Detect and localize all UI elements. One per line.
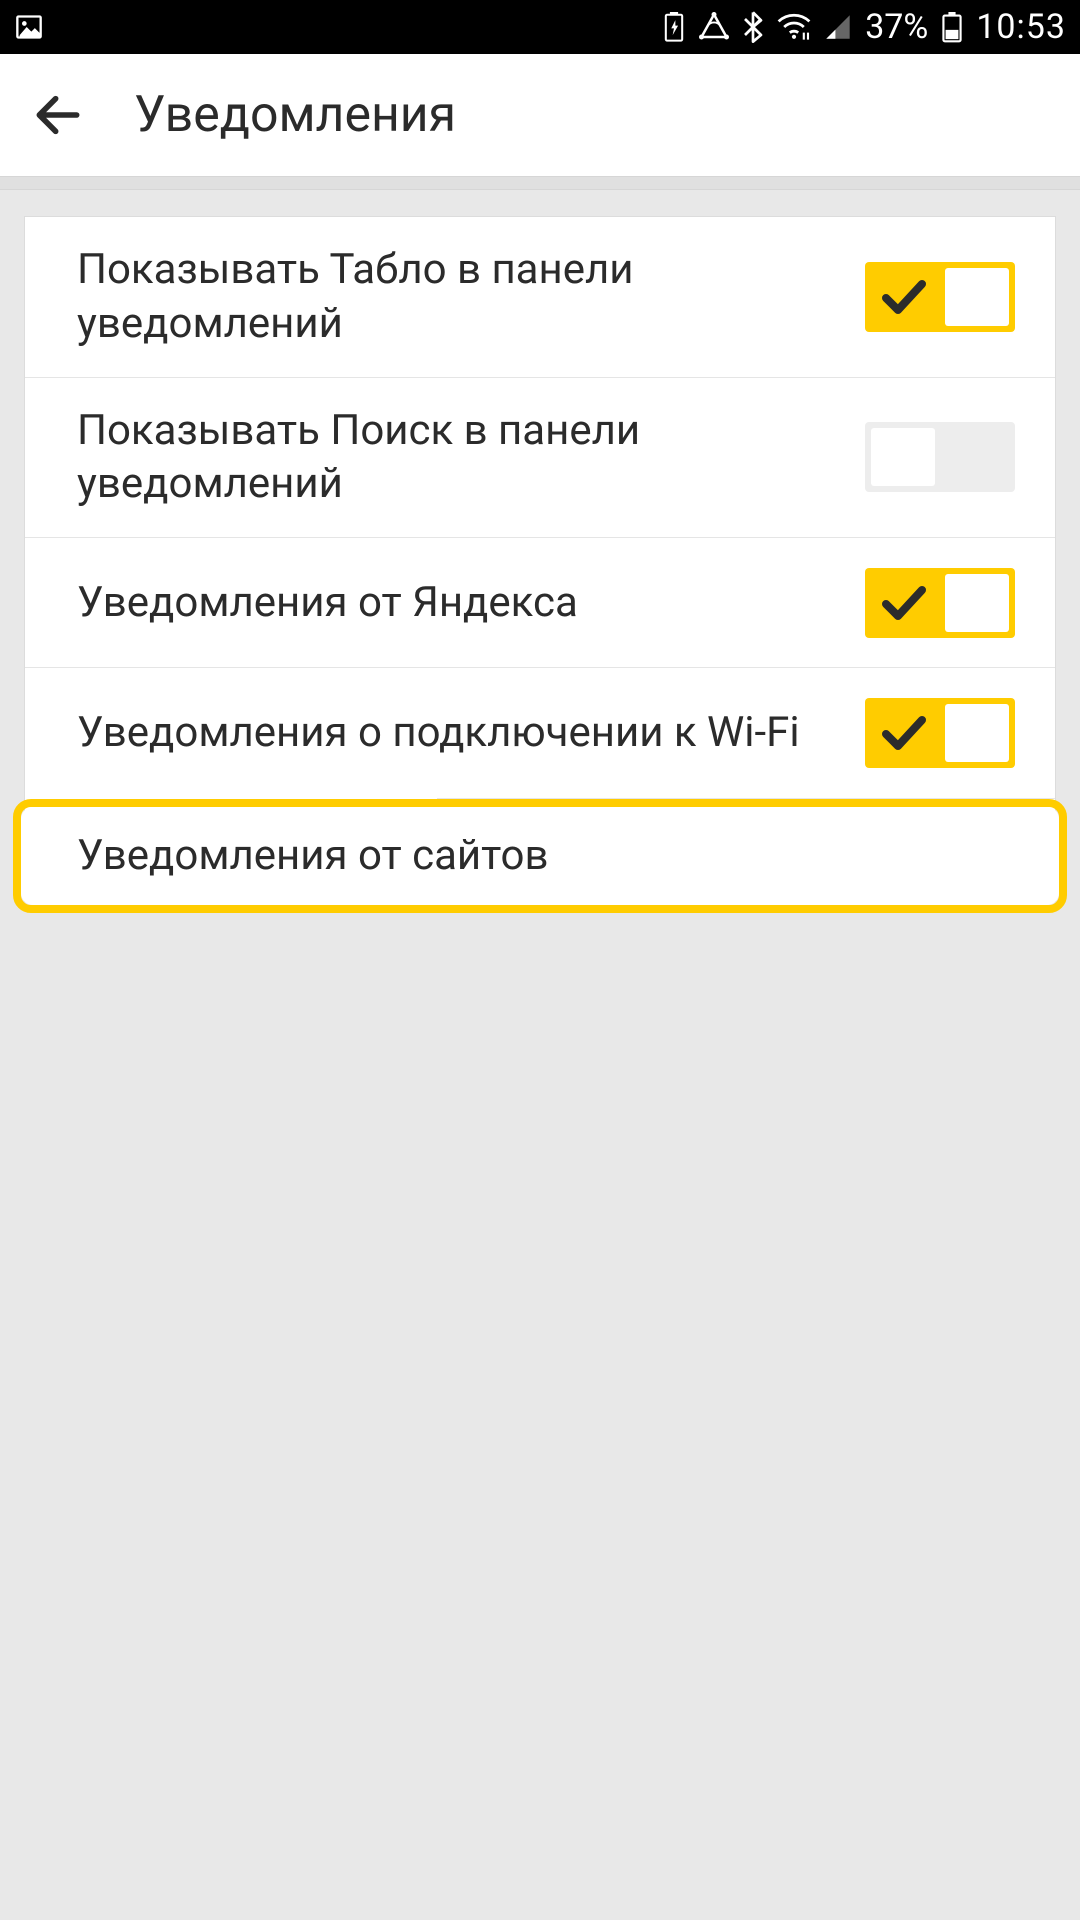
divider-bar bbox=[0, 176, 1080, 190]
back-arrow-icon[interactable] bbox=[30, 87, 86, 143]
setting-row-site-notifications[interactable]: Уведомления от сайтов bbox=[13, 799, 1067, 913]
checkmark-icon bbox=[879, 278, 929, 322]
checkmark-icon bbox=[879, 584, 929, 628]
setting-label: Уведомления о подключении к Wi-Fi bbox=[77, 706, 865, 760]
setting-row-tablo[interactable]: Показывать Табло в панели уведомлений bbox=[25, 217, 1055, 378]
battery-icon bbox=[942, 11, 962, 43]
setting-row-search[interactable]: Показывать Поиск в панели уведомлений bbox=[25, 378, 1055, 539]
battery-charging-icon bbox=[663, 12, 685, 42]
setting-label: Показывать Табло в панели уведомлений bbox=[77, 243, 865, 351]
setting-label: Уведомления от сайтов bbox=[77, 829, 1059, 883]
toggle-yandex[interactable] bbox=[865, 568, 1015, 638]
setting-label: Уведомления от Яндекса bbox=[77, 576, 865, 630]
settings-list: Показывать Табло в панели уведомлений По… bbox=[24, 216, 1056, 902]
setting-row-wifi[interactable]: Уведомления о подключении к Wi-Fi bbox=[25, 668, 1055, 798]
clock: 10:53 bbox=[976, 7, 1066, 47]
toggle-wifi[interactable] bbox=[865, 698, 1015, 768]
battery-percentage: 37% bbox=[865, 7, 928, 47]
data-saver-icon bbox=[699, 12, 729, 42]
setting-label: Показывать Поиск в панели уведомлений bbox=[77, 404, 865, 512]
bluetooth-icon bbox=[743, 11, 763, 43]
image-icon bbox=[14, 13, 44, 41]
wifi-icon bbox=[777, 13, 811, 41]
app-header: Уведомления bbox=[0, 54, 1080, 176]
cell-signal-icon bbox=[825, 14, 851, 40]
status-bar: 37% 10:53 bbox=[0, 0, 1080, 54]
checkmark-icon bbox=[879, 714, 929, 758]
toggle-search[interactable] bbox=[865, 422, 1015, 492]
toggle-tablo[interactable] bbox=[865, 262, 1015, 332]
setting-row-yandex[interactable]: Уведомления от Яндекса bbox=[25, 538, 1055, 668]
page-title: Уведомления bbox=[134, 86, 456, 144]
